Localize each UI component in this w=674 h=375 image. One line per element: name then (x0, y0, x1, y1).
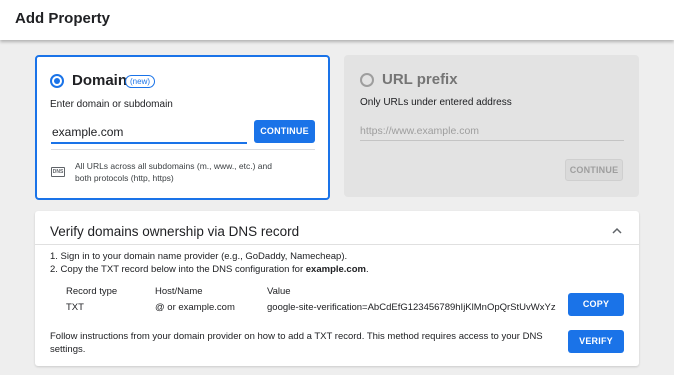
column-header-value: Value (267, 286, 291, 297)
column-header-host-name: Host/Name (155, 286, 203, 297)
domain-card-subtitle: Enter domain or subdomain (50, 99, 173, 110)
domain-card-title: Domain (72, 72, 128, 89)
app-header: Add Property (0, 0, 674, 40)
follow-instructions-text: Follow instructions from your domain pro… (50, 331, 543, 355)
instruction-step-2: 2. Copy the TXT record below into the DN… (50, 264, 369, 275)
record-type-value: TXT (66, 302, 84, 313)
step-2-domain: example.com (305, 264, 366, 275)
record-host-value: @ or example.com (155, 302, 235, 313)
verify-button[interactable]: VERIFY (568, 330, 624, 353)
txt-record-value: google-site-verification=AbCdEfG12345678… (267, 302, 556, 313)
domain-card[interactable]: Domain (new) Enter domain or subdomain C… (35, 55, 330, 200)
chevron-up-icon[interactable] (611, 225, 623, 237)
instruction-step-1: 1. Sign in to your domain name provider … (50, 251, 348, 262)
verify-dns-panel: Verify domains ownership via DNS record … (35, 211, 639, 366)
domain-scope-note: All URLs across all subdomains (m., www.… (75, 161, 272, 183)
url-prefix-card-title: URL prefix (382, 71, 458, 88)
domain-input[interactable] (51, 122, 247, 144)
url-prefix-radio-button[interactable] (360, 73, 374, 87)
verify-panel-divider (35, 244, 639, 245)
domain-radio-button[interactable] (50, 74, 64, 88)
url-prefix-card-subtitle: Only URLs under entered address (360, 97, 512, 108)
verify-panel-title: Verify domains ownership via DNS record (50, 224, 300, 239)
dns-icon: DNS (51, 167, 65, 177)
url-prefix-card[interactable]: URL prefix Only URLs under entered addre… (344, 55, 639, 197)
new-badge: (new) (125, 75, 156, 88)
copy-button[interactable]: COPY (568, 293, 624, 316)
domain-continue-button[interactable]: CONTINUE (254, 120, 315, 143)
url-prefix-continue-button[interactable]: CONTINUE (565, 159, 623, 181)
page-title: Add Property (15, 10, 111, 27)
step-2-suffix: . (365, 264, 369, 275)
domain-card-divider (51, 149, 315, 150)
url-prefix-input[interactable] (360, 121, 624, 141)
step-2-text: 2. Copy the TXT record below into the DN… (50, 264, 306, 275)
column-header-record-type: Record type (66, 286, 118, 297)
